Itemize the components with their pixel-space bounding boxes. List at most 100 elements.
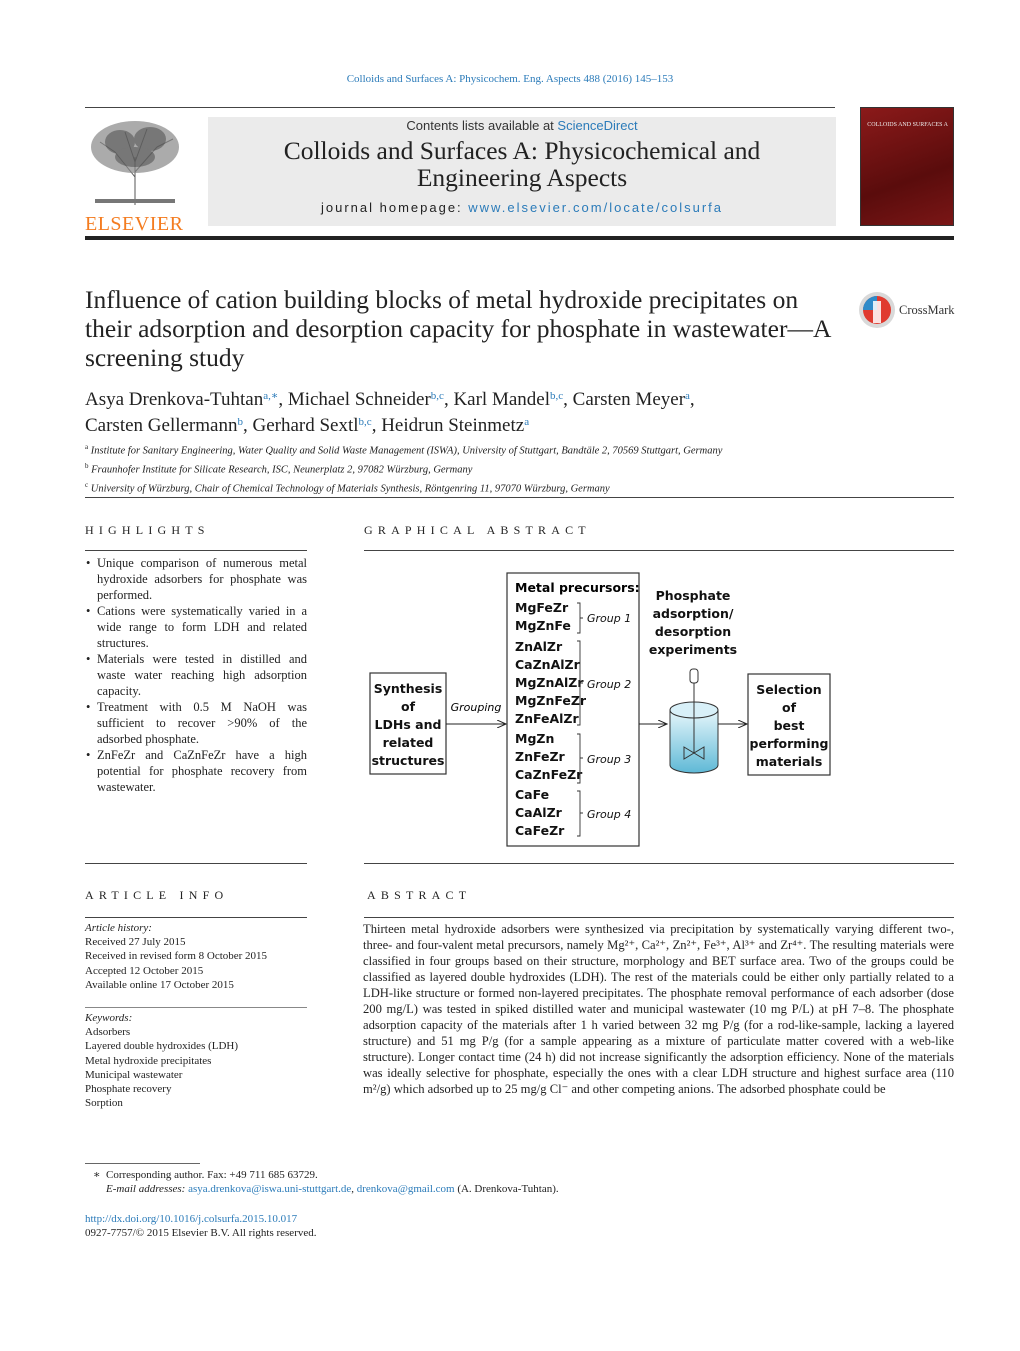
- precursor-item: MgZnFeZr: [515, 693, 587, 708]
- highlights-heading: HIGHLIGHTS: [85, 523, 210, 537]
- synthesis-text: related: [383, 735, 434, 750]
- tree-icon: [85, 117, 185, 207]
- group-label: Group 2: [587, 678, 631, 691]
- keyword: Layered double hydroxides (LDH): [85, 1040, 239, 1053]
- article-history: Article history: Received 27 July 2015 R…: [85, 921, 307, 992]
- divider: [85, 107, 835, 108]
- highlight-item: ZnFeZr and CaZnFeZr have a high potentia…: [85, 747, 307, 795]
- precursor-item: MgZnFe: [515, 618, 571, 633]
- synthesis-text: of: [401, 699, 416, 714]
- journal-banner: Contents lists available at ScienceDirec…: [208, 117, 836, 226]
- precursor-item: CaZnFeZr: [515, 767, 583, 782]
- email-link[interactable]: drenkova@gmail.com: [357, 1183, 455, 1195]
- copyright: 0927-7757/© 2015 Elsevier B.V. All right…: [85, 1227, 317, 1239]
- keyword: Adsorbers: [85, 1026, 131, 1039]
- crossmark-badge[interactable]: CrossMark: [858, 291, 958, 331]
- group-label: Group 3: [587, 753, 631, 766]
- synthesis-text: structures: [372, 753, 445, 768]
- author[interactable]: Carsten Meyera: [573, 389, 690, 410]
- article-info-heading: ARTICLE INFO: [85, 888, 229, 902]
- history-item: Accepted 12 October 2015: [85, 964, 204, 977]
- contents-label: Contents lists available at: [406, 118, 558, 133]
- publisher-name: ELSEVIER: [85, 213, 184, 235]
- author[interactable]: Heidrun Steinmetza: [381, 415, 529, 436]
- highlights-list: Unique comparison of numerous metal hydr…: [85, 555, 307, 795]
- email-note: E-mail addresses: asya.drenkova@iswa.uni…: [106, 1183, 559, 1195]
- experiments-text: Phosphate: [656, 588, 731, 603]
- divider: [85, 917, 307, 918]
- elsevier-logo[interactable]: ELSEVIER: [85, 117, 185, 234]
- grouping-label: Grouping: [451, 701, 502, 714]
- journal-title-line: Engineering Aspects: [416, 163, 628, 192]
- precursor-item: ZnFeZr: [515, 749, 566, 764]
- history-item: Received 27 July 2015: [85, 936, 186, 949]
- divider: [364, 917, 954, 918]
- author-list: Asya Drenkova-Tuhtana,∗, Michael Schneid…: [85, 389, 695, 436]
- article-title: Influence of cation building blocks of m…: [85, 285, 830, 372]
- precursor-item: MgFeZr: [515, 600, 569, 615]
- crossmark-icon: [859, 292, 895, 328]
- divider: [364, 863, 954, 864]
- journal-reference[interactable]: Colloids and Surfaces A: Physicochem. En…: [0, 73, 1020, 85]
- graphical-abstract-heading: GRAPHICAL ABSTRACT: [364, 523, 591, 537]
- selection-text: best: [774, 718, 805, 733]
- homepage-link[interactable]: www.elsevier.com/locate/colsurfa: [468, 200, 723, 215]
- selection-text: performing: [750, 736, 829, 751]
- group-label: Group 4: [587, 808, 631, 821]
- precursor-item: MgZn: [515, 731, 554, 746]
- precursor-item: CaFeZr: [515, 823, 565, 838]
- corresponding-author-note: ∗ Corresponding author. Fax: +49 711 685…: [93, 1169, 318, 1181]
- journal-title: Colloids and Surfaces A: Physicochemical…: [208, 137, 836, 191]
- history-item: Available online 17 October 2015: [85, 978, 234, 991]
- synthesis-text: LDHs and: [375, 717, 442, 732]
- highlight-item: Treatment with 0.5 M NaOH was sufficient…: [85, 699, 307, 747]
- experiments-text: desorption: [655, 624, 731, 639]
- keywords: Keywords: Adsorbers Layered double hydro…: [85, 1011, 307, 1110]
- precursor-item: CaZnAlZr: [515, 657, 581, 672]
- author[interactable]: Asya Drenkova-Tuhtana,∗: [85, 389, 278, 410]
- keywords-label: Keywords:: [85, 1012, 133, 1024]
- divider: [85, 497, 954, 498]
- highlight-item: Materials were tested in distilled and w…: [85, 651, 307, 699]
- abstract-heading: ABSTRACT: [367, 888, 472, 902]
- history-item: Received in revised form 8 October 2015: [85, 950, 268, 963]
- divider: [364, 550, 954, 551]
- highlight-item: Cations were systematically varied in a …: [85, 603, 307, 651]
- author[interactable]: Gerhard Sextlb,c: [252, 415, 371, 436]
- history-label: Article history:: [85, 922, 152, 934]
- graphical-abstract-figure[interactable]: Synthesis of LDHs and related structures…: [360, 565, 840, 855]
- highlight-item: Unique comparison of numerous metal hydr…: [85, 555, 307, 603]
- group-label: Group 1: [587, 612, 631, 625]
- experiments-text: experiments: [649, 642, 737, 657]
- selection-text: of: [782, 700, 797, 715]
- stirred-tank-icon: [669, 668, 719, 774]
- affiliations: a Institute for Sanitary Engineering, Wa…: [85, 440, 885, 497]
- keyword: Metal hydroxide precipitates: [85, 1054, 212, 1067]
- doi-link[interactable]: http://dx.doi.org/10.1016/j.colsurfa.201…: [85, 1212, 297, 1226]
- keyword: Sorption: [85, 1097, 123, 1110]
- keyword: Phosphate recovery: [85, 1083, 172, 1096]
- affiliation: a Institute for Sanitary Engineering, Wa…: [85, 443, 723, 457]
- precursor-item: CaAlZr: [515, 805, 563, 820]
- footnote-rule: [85, 1163, 200, 1164]
- journal-title-line: Colloids and Surfaces A: Physicochemical…: [283, 136, 761, 165]
- precursor-item: ZnFeAlZr: [515, 711, 579, 726]
- precursors-title: Metal precursors:: [515, 580, 640, 595]
- affiliation: b Fraunhofer Institute for Silicate Rese…: [85, 462, 473, 476]
- cover-title: COLLOIDS AND SURFACES A: [867, 122, 948, 128]
- journal-cover[interactable]: COLLOIDS AND SURFACES A: [860, 107, 954, 226]
- divider: [85, 550, 307, 551]
- affiliation: c University of Würzburg, Chair of Chemi…: [85, 481, 610, 495]
- precursor-item: ZnAlZr: [515, 639, 563, 654]
- author[interactable]: Carsten Gellermannb: [85, 415, 243, 436]
- divider: [85, 863, 307, 864]
- crossmark-label: CrossMark: [899, 303, 955, 317]
- experiments-text: adsorption/: [653, 606, 734, 621]
- author[interactable]: Karl Mandelb,c: [453, 389, 563, 410]
- sciencedirect-link[interactable]: ScienceDirect: [557, 118, 637, 133]
- precursor-item: CaFe: [515, 787, 549, 802]
- keyword: Municipal wastewater: [85, 1068, 183, 1081]
- selection-text: materials: [756, 754, 823, 769]
- author[interactable]: Michael Schneiderb,c: [288, 389, 444, 410]
- email-link[interactable]: asya.drenkova@iswa.uni-stuttgart.de: [188, 1183, 351, 1195]
